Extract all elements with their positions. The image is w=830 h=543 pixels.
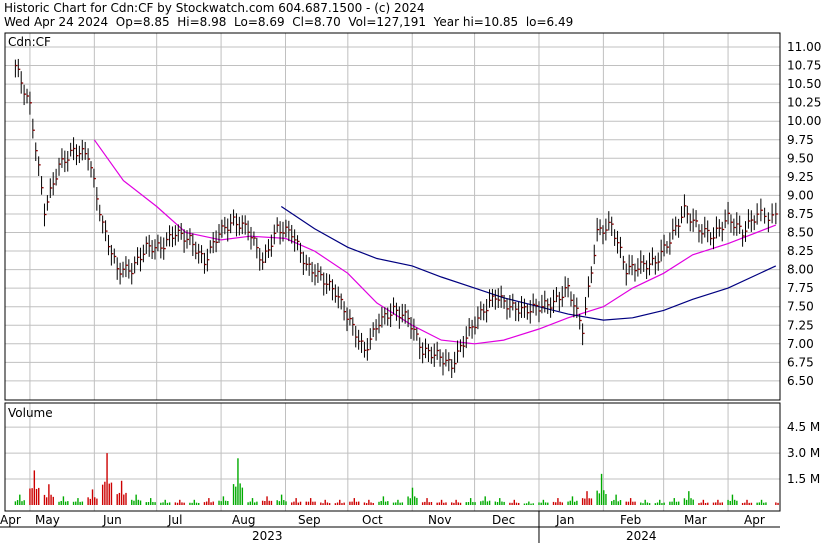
price-tick-label: 7.00 <box>787 337 814 351</box>
price-tick-label: 8.25 <box>787 244 814 258</box>
volume-label: Volume <box>8 406 53 420</box>
price-tick-label: 7.25 <box>787 318 814 332</box>
year-label: 2024 <box>626 529 657 543</box>
volume-tick-label: 3.0 M <box>787 446 820 460</box>
price-tick-label: 7.50 <box>787 300 814 314</box>
price-tick-label: 9.75 <box>787 133 814 147</box>
short-moving-average <box>93 139 777 345</box>
month-label: Apr <box>744 513 765 527</box>
month-label: Jul <box>167 513 182 527</box>
price-tick-label: 7.75 <box>787 281 814 295</box>
month-label: Apr <box>0 513 21 527</box>
price-tick-label: 6.50 <box>787 374 814 388</box>
price-tick-label: 10.00 <box>787 114 821 128</box>
month-label: Mar <box>684 513 707 527</box>
month-label: Nov <box>428 513 451 527</box>
price-tick-label: 10.50 <box>787 77 821 91</box>
price-tick-label: 10.25 <box>787 96 821 110</box>
month-label: Aug <box>232 513 255 527</box>
month-label: Jun <box>102 513 122 527</box>
price-tick-label: 9.25 <box>787 170 814 184</box>
price-tick-label: 8.50 <box>787 226 814 240</box>
price-tick-label: 8.00 <box>787 263 814 277</box>
volume-tick-label: 4.5 M <box>787 420 820 434</box>
month-label: Sep <box>298 513 321 527</box>
price-tick-label: 6.75 <box>787 355 814 369</box>
price-tick-label: 9.50 <box>787 151 814 165</box>
price-tick-label: 9.00 <box>787 188 814 202</box>
month-label: Jan <box>555 513 575 527</box>
year-label: 2023 <box>252 529 283 543</box>
month-label: May <box>35 513 60 527</box>
price-tick-label: 11.00 <box>787 40 821 54</box>
price-tick-label: 10.75 <box>787 59 821 73</box>
long-moving-average <box>280 206 777 321</box>
symbol-label: Cdn:CF <box>8 35 51 49</box>
month-label: Oct <box>362 513 383 527</box>
chart-grid <box>5 33 780 511</box>
month-label: Feb <box>620 513 641 527</box>
volume-tick-label: 1.5 M <box>787 472 820 486</box>
price-tick-label: 8.75 <box>787 207 814 221</box>
stock-chart: 11.00 10.75 10.50 10.25 10.00 9.75 9.50 9.25 9.0… <box>0 32 821 543</box>
month-label: Dec <box>492 513 515 527</box>
